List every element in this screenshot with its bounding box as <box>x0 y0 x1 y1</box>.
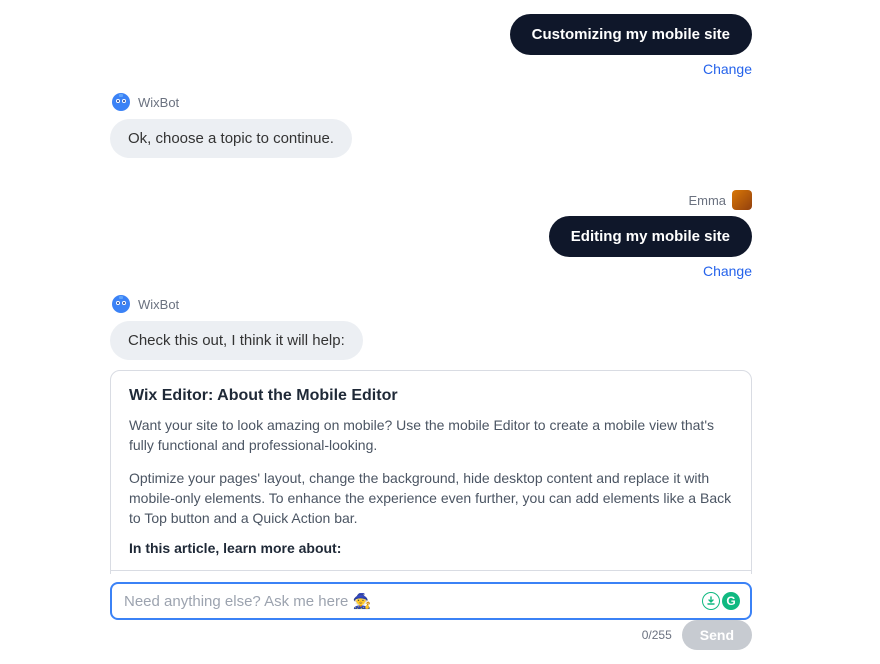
user-message-row: Customizing my mobile site <box>110 14 752 55</box>
wixbot-avatar-icon <box>110 293 132 315</box>
change-link[interactable]: Change <box>703 263 752 279</box>
char-count: 0/255 <box>642 628 672 642</box>
send-button[interactable]: Send <box>682 620 752 650</box>
article-learn-more: In this article, learn more about: <box>129 540 733 556</box>
user-sender-label: Emma <box>688 193 726 208</box>
user-sender-row: Emma <box>110 190 752 210</box>
user-avatar <box>732 190 752 210</box>
article-card: Wix Editor: About the Mobile Editor Want… <box>110 370 752 574</box>
extension-icon[interactable] <box>702 592 720 610</box>
wixbot-avatar-icon <box>110 91 132 113</box>
bot-message-row: Check this out, I think it will help: <box>110 321 752 360</box>
bot-message-bubble: Ok, choose a topic to continue. <box>110 119 352 158</box>
input-extensions: G <box>702 592 740 610</box>
bot-sender-row: WixBot <box>110 293 752 315</box>
bot-message-row: Ok, choose a topic to continue. <box>110 119 752 158</box>
user-message-row: Editing my mobile site <box>110 216 752 257</box>
bot-sender-row: WixBot <box>110 91 752 113</box>
change-link[interactable]: Change <box>703 61 752 77</box>
user-message-bubble: Customizing my mobile site <box>510 14 752 55</box>
change-row: Change <box>110 61 752 77</box>
article-paragraph: Optimize your pages' layout, change the … <box>129 468 733 529</box>
message-input[interactable] <box>124 593 702 610</box>
view-full-article-button[interactable]: View Full Article <box>111 570 751 574</box>
article-title: Wix Editor: About the Mobile Editor <box>129 387 733 405</box>
article-body: Wix Editor: About the Mobile Editor Want… <box>111 371 751 570</box>
message-input-container: G <box>110 582 752 620</box>
article-paragraph: Want your site to look amazing on mobile… <box>129 415 733 456</box>
chat-area: Customizing my mobile site Change WixBot… <box>110 0 752 574</box>
user-message-bubble: Editing my mobile site <box>549 216 752 257</box>
input-footer: 0/255 Send <box>642 620 752 650</box>
bot-sender-label: WixBot <box>138 297 179 312</box>
bot-sender-label: WixBot <box>138 95 179 110</box>
grammarly-icon[interactable]: G <box>722 592 740 610</box>
bot-message-bubble: Check this out, I think it will help: <box>110 321 363 360</box>
change-row: Change <box>110 263 752 279</box>
